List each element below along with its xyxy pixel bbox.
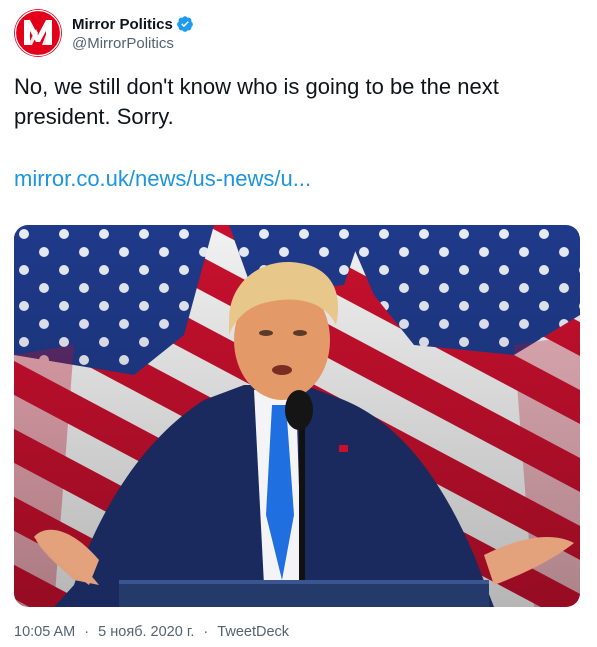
name-row: Mirror Politics (72, 14, 194, 34)
separator: · (84, 624, 90, 640)
mirror-logo-icon (14, 9, 62, 57)
tweet-time[interactable]: 10:05 AM (14, 624, 75, 640)
display-name[interactable]: Mirror Politics (72, 16, 173, 33)
article-link[interactable]: mirror.co.uk/news/us-news/u... (14, 164, 311, 194)
tweet-date[interactable]: 5 нояб. 2020 г. (98, 624, 194, 640)
tweet-photo[interactable] (14, 225, 580, 607)
avatar[interactable] (14, 9, 62, 57)
tweet-meta: 10:05 AM · 5 нояб. 2020 г. · TweetDeck (14, 624, 289, 640)
tweet-card: Mirror Politics @MirrorPolitics No, we s… (0, 0, 597, 647)
photo-of-speaker-at-podium-with-flags-icon (14, 225, 580, 607)
tweet-source[interactable]: TweetDeck (217, 624, 289, 640)
tweet-header: Mirror Politics @MirrorPolitics (14, 8, 194, 58)
tweet-text-line-2: president. Sorry. (14, 104, 174, 129)
tweet-text: No, we still don't know who is going to … (14, 72, 574, 132)
tweet-text-line-1: No, we still don't know who is going to … (14, 74, 499, 99)
account-handle[interactable]: @MirrorPolitics (72, 35, 194, 52)
account-names: Mirror Politics @MirrorPolitics (72, 14, 194, 52)
verified-badge-icon (176, 16, 193, 32)
separator: · (203, 624, 209, 640)
